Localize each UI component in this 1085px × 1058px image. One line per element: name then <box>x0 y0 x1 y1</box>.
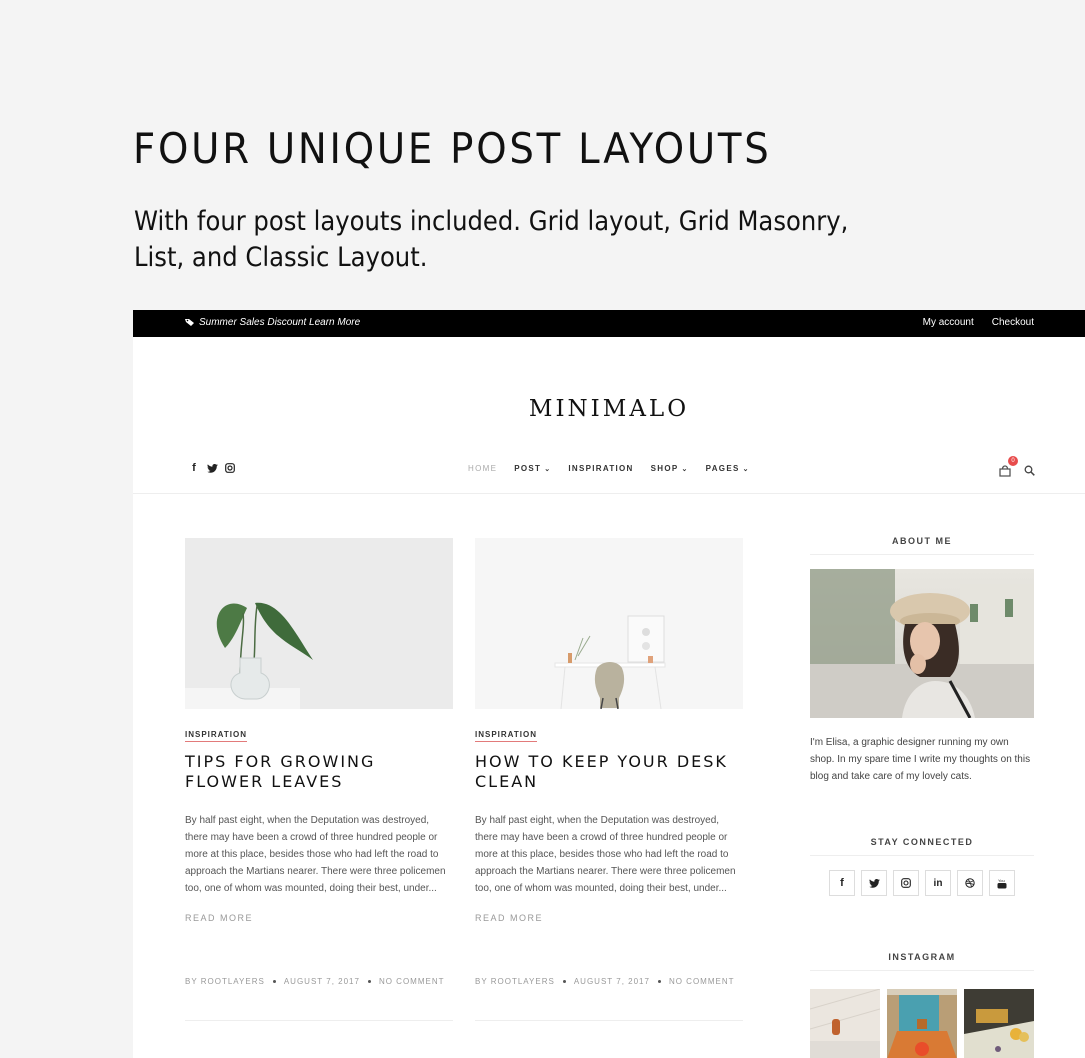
post-author[interactable]: BY ROOTLAYERS <box>475 977 555 986</box>
read-more-link[interactable]: READ MORE <box>475 913 743 923</box>
post-comments[interactable]: NO COMMENT <box>379 977 445 986</box>
read-more-link[interactable]: READ MORE <box>185 913 453 923</box>
chevron-down-icon: ⌄ <box>681 465 689 473</box>
facebook-icon[interactable]: f <box>829 870 855 896</box>
search-icon[interactable] <box>1024 465 1035 476</box>
my-account-link[interactable]: My account <box>923 317 974 328</box>
nav-pages[interactable]: PAGES ⌄ <box>706 464 750 473</box>
top-bar: Summer Sales Discount Learn More My acco… <box>133 310 1085 337</box>
about-me-text: I'm Elisa, a graphic designer running my… <box>810 737 1031 782</box>
facebook-icon[interactable]: f <box>188 462 200 474</box>
website-preview: Summer Sales Discount Learn More My acco… <box>133 310 1085 1058</box>
chevron-down-icon: ⌄ <box>742 465 750 473</box>
svg-text:You: You <box>998 878 1005 883</box>
main-nav: f HOME POST ⌄ INSPIRATION SHOP ⌄ PAGES ⌄ 0 <box>133 456 1085 494</box>
instagram-icon[interactable] <box>224 463 236 473</box>
tag-icon <box>185 319 194 326</box>
post-meta: BY ROOTLAYERS AUGUST 7, 2017 NO COMMENT <box>475 977 743 986</box>
cart-button[interactable]: 0 <box>998 456 1018 477</box>
separator-dot <box>272 980 276 983</box>
post-category[interactable]: INSPIRATION <box>185 730 247 742</box>
post-date: AUGUST 7, 2017 <box>283 977 360 986</box>
post-excerpt: By half past eight, when the Deputation … <box>475 815 736 894</box>
instagram-icon[interactable] <box>893 870 919 896</box>
post-author[interactable]: BY ROOTLAYERS <box>185 977 265 986</box>
nav-home[interactable]: HOME <box>468 464 497 473</box>
post-meta: BY ROOTLAYERS AUGUST 7, 2017 NO COMMENT <box>185 977 453 986</box>
promo-title: FOUR UNIQUE POST LAYOUTS <box>133 124 772 173</box>
divider <box>475 1020 743 1021</box>
post-excerpt: By half past eight, when the Deputation … <box>185 815 446 894</box>
nav-post[interactable]: POST ⌄ <box>514 464 551 473</box>
separator-dot <box>367 980 371 983</box>
promo-subtitle: With four post layouts included. Grid la… <box>134 206 849 273</box>
nav-shop[interactable]: SHOP ⌄ <box>651 464 689 473</box>
author-photo <box>810 569 1034 718</box>
stay-connected-title: STAY CONNECTED <box>810 837 1034 856</box>
post-category[interactable]: INSPIRATION <box>475 730 537 742</box>
post-date: AUGUST 7, 2017 <box>573 977 650 986</box>
post-title[interactable]: TIPS FOR GROWING FLOWER LEAVES <box>185 752 453 792</box>
post-comments[interactable]: NO COMMENT <box>669 977 735 986</box>
twitter-icon[interactable] <box>206 463 218 473</box>
post-title[interactable]: HOW TO KEEP YOUR DESK CLEAN <box>475 752 743 792</box>
post-card: INSPIRATION TIPS FOR GROWING FLOWER LEAV… <box>185 538 453 1021</box>
announcement-text[interactable]: Summer Sales Discount Learn More <box>199 317 360 328</box>
youtube-icon[interactable]: You <box>989 870 1015 896</box>
cart-count-badge: 0 <box>1008 456 1018 466</box>
separator-dot <box>562 980 566 983</box>
chevron-down-icon: ⌄ <box>544 465 552 473</box>
instagram-photo[interactable] <box>887 989 957 1058</box>
divider <box>185 1020 453 1021</box>
instagram-photo[interactable] <box>964 989 1034 1058</box>
instagram-photo[interactable] <box>810 989 880 1058</box>
linkedin-icon[interactable]: in <box>925 870 951 896</box>
site-logo[interactable]: MINIMALO <box>133 396 1085 422</box>
announcement[interactable]: Summer Sales Discount Learn More <box>185 317 360 328</box>
checkout-link[interactable]: Checkout <box>992 317 1034 328</box>
about-me-title: ABOUT ME <box>810 536 1034 555</box>
separator-dot <box>657 980 661 983</box>
post-card: INSPIRATION HOW TO KEEP YOUR DESK CLEAN … <box>475 538 743 1021</box>
instagram-title: INSTAGRAM <box>810 952 1034 971</box>
sidebar: ABOUT ME I'm Elisa, a graphic designer r… <box>810 536 1034 1058</box>
twitter-icon[interactable] <box>861 870 887 896</box>
dribbble-icon[interactable] <box>957 870 983 896</box>
nav-inspiration[interactable]: INSPIRATION <box>568 464 633 473</box>
plant-in-vase-photo[interactable] <box>185 538 453 709</box>
desk-and-chair-photo[interactable] <box>475 538 743 709</box>
